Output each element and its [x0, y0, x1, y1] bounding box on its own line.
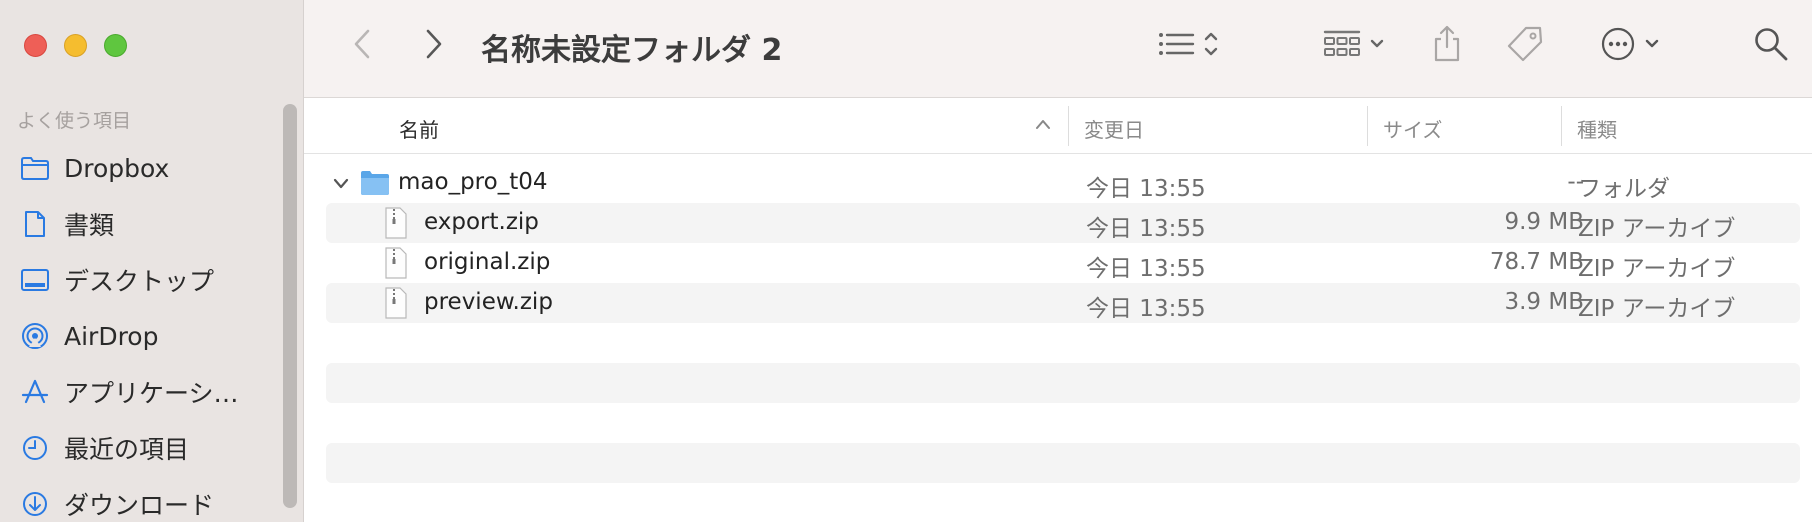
sidebar-item-label: 書類: [64, 211, 115, 240]
tag-icon: [1506, 25, 1544, 68]
zip-file-icon: [384, 207, 408, 243]
sidebar-scrollbar[interactable]: [283, 104, 297, 508]
toolbar: 名称未設定フォルダ 2: [304, 0, 1812, 98]
file-size: 78.7 MB: [1489, 249, 1584, 275]
column-header-date[interactable]: 変更日: [1084, 114, 1144, 143]
sidebar-item-downloads[interactable]: ダウンロード: [0, 476, 290, 522]
sidebar-item-applications[interactable]: アプリケーシ…: [0, 364, 290, 420]
forward-button[interactable]: [414, 0, 454, 92]
chevron-right-icon: [424, 28, 444, 65]
file-date: 今日 13:55: [1086, 296, 1206, 322]
table-row[interactable]: original.zip 今日 13:55 78.7 MB ZIP アーカイブ: [326, 243, 1800, 283]
file-size: 3.9 MB: [1504, 289, 1584, 315]
file-name: preview.zip: [424, 289, 553, 315]
empty-row: [326, 363, 1800, 403]
back-button[interactable]: [342, 0, 382, 92]
desktop-icon: [20, 265, 50, 295]
sidebar-item-airdrop[interactable]: AirDrop: [0, 308, 290, 364]
table-row[interactable]: preview.zip 今日 13:55 3.9 MB ZIP アーカイブ: [326, 283, 1800, 323]
file-name: original.zip: [424, 249, 551, 275]
column-divider[interactable]: [1367, 106, 1368, 146]
sidebar-item-label: AirDrop: [64, 321, 159, 351]
file-list: 名前 変更日 サイズ 種類 mao_pro_t04 今日 13:55 -- フォ…: [304, 98, 1812, 522]
file-kind: フォルダ: [1578, 176, 1670, 202]
more-actions-button[interactable]: [1590, 0, 1670, 92]
list-view-icon: [1157, 28, 1197, 65]
sidebar-item-label: アプリケーシ…: [64, 379, 239, 408]
file-date: 今日 13:55: [1086, 256, 1206, 282]
sidebar-item-dropbox[interactable]: Dropbox: [0, 140, 290, 196]
airdrop-icon: [20, 321, 50, 351]
sidebar-item-label: Dropbox: [64, 153, 170, 183]
table-row[interactable]: export.zip 今日 13:55 9.9 MB ZIP アーカイブ: [326, 203, 1800, 243]
column-divider[interactable]: [1561, 106, 1562, 146]
applications-icon: [20, 377, 50, 407]
disclosure-triangle-icon[interactable]: [332, 176, 350, 195]
zip-file-icon: [384, 287, 408, 323]
file-name: export.zip: [424, 209, 539, 235]
column-header: 名前 変更日 サイズ 種類: [304, 98, 1812, 154]
file-date: 今日 13:55: [1086, 176, 1206, 202]
chevron-updown-icon: [1203, 28, 1219, 65]
file-size: 9.9 MB: [1504, 209, 1584, 235]
sidebar-section-favorites: よく使う項目: [17, 110, 132, 132]
file-kind: ZIP アーカイブ: [1578, 256, 1736, 282]
chevron-left-icon: [352, 28, 372, 65]
sidebar-item-label: デスクトップ: [64, 267, 215, 296]
close-window-button[interactable]: [24, 34, 47, 57]
sidebar-item-label: ダウンロード: [64, 491, 215, 520]
minimize-window-button[interactable]: [64, 34, 87, 57]
sidebar-list: Dropbox 書類 デスクトップ AirDrop アプリケーシ… 最近の項目 …: [0, 140, 290, 522]
share-icon: [1431, 25, 1463, 68]
table-row[interactable]: mao_pro_t04 今日 13:55 -- フォルダ: [326, 163, 1800, 203]
folder-icon: [20, 153, 50, 183]
sort-ascending-icon: [1034, 116, 1052, 135]
file-name: mao_pro_t04: [398, 169, 548, 195]
share-button[interactable]: [1422, 0, 1472, 92]
folder-icon: [360, 168, 390, 200]
column-divider[interactable]: [1068, 106, 1069, 146]
chevron-down-icon: [1644, 37, 1660, 55]
search-button[interactable]: [1746, 0, 1796, 92]
file-kind: ZIP アーカイブ: [1578, 296, 1736, 322]
sidebar-item-recents[interactable]: 最近の項目: [0, 420, 290, 476]
download-icon: [20, 489, 50, 519]
column-header-size[interactable]: サイズ: [1383, 114, 1442, 143]
sidebar-item-desktop[interactable]: デスクトップ: [0, 252, 290, 308]
view-mode-button[interactable]: [1148, 0, 1228, 92]
sidebar-item-label: 最近の項目: [64, 435, 190, 464]
zoom-window-button[interactable]: [104, 34, 127, 57]
sidebar-item-documents[interactable]: 書類: [0, 196, 290, 252]
group-grid-icon: [1323, 28, 1361, 65]
column-header-kind[interactable]: 種類: [1577, 114, 1617, 143]
clock-icon: [20, 433, 50, 463]
group-button[interactable]: [1314, 0, 1394, 92]
sidebar: よく使う項目 Dropbox 書類 デスクトップ AirDrop アプリケーシ……: [0, 0, 304, 522]
ellipsis-circle-icon: [1600, 26, 1636, 67]
zip-file-icon: [384, 247, 408, 283]
window-controls: [24, 34, 127, 57]
window-title: 名称未設定フォルダ 2: [481, 33, 783, 68]
tag-button[interactable]: [1500, 0, 1550, 92]
column-header-name[interactable]: 名前: [399, 114, 439, 143]
file-size: --: [1567, 169, 1584, 195]
empty-row: [326, 443, 1800, 483]
file-date: 今日 13:55: [1086, 216, 1206, 242]
chevron-down-icon: [1369, 37, 1385, 55]
file-kind: ZIP アーカイブ: [1578, 216, 1736, 242]
document-icon: [20, 209, 50, 239]
search-icon: [1753, 26, 1789, 67]
